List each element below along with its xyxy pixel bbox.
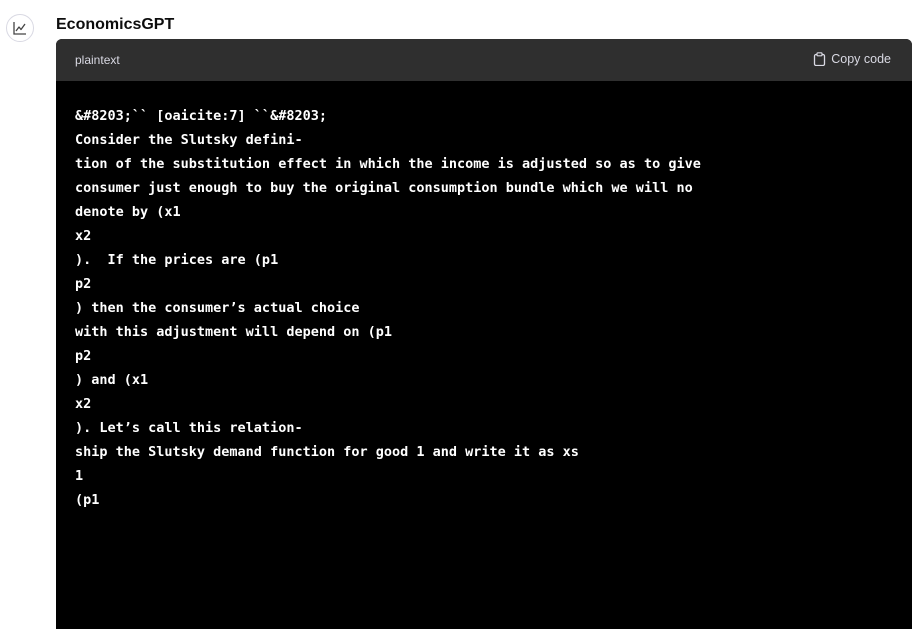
avatar xyxy=(6,14,34,42)
code-line: denote by (x1 xyxy=(75,204,181,220)
code-line: consumer just enough to buy the original… xyxy=(75,180,693,196)
copy-code-label: Copy code xyxy=(831,52,891,66)
code-line: ) then the consumer’s actual choice xyxy=(75,300,360,316)
code-line: 1 xyxy=(75,468,84,484)
code-line: ). If the prices are (p1 xyxy=(75,252,279,268)
code-line: x2 xyxy=(75,228,92,244)
clipboard-icon xyxy=(814,52,826,66)
author-name: EconomicsGPT xyxy=(56,16,175,33)
code-line: x2 xyxy=(75,396,92,412)
code-line: ). Let’s call this relation- xyxy=(75,420,303,436)
code-content: &#8203;`` [oaicite:7] ``&#8203; Consider … xyxy=(75,104,912,512)
code-language-label: plaintext xyxy=(75,53,120,67)
code-line: ) and (x1 xyxy=(75,372,149,388)
code-line: Consider the Slutsky defini- xyxy=(75,132,303,148)
code-line: with this adjustment will depend on (p1 xyxy=(75,324,392,340)
code-header: plaintext Copy code xyxy=(56,39,912,81)
code-line: ship the Slutsky demand function for goo… xyxy=(75,444,579,460)
code-line: &#8203;`` [oaicite:7] ``&#8203; xyxy=(75,108,327,124)
code-line: p2 xyxy=(75,348,92,364)
code-line: p2 xyxy=(75,276,92,292)
copy-code-button[interactable]: Copy code xyxy=(813,50,891,68)
code-line: tion of the substitution effect in which… xyxy=(75,156,701,172)
line-chart-icon xyxy=(13,22,26,35)
code-line: (p1 xyxy=(75,492,100,508)
